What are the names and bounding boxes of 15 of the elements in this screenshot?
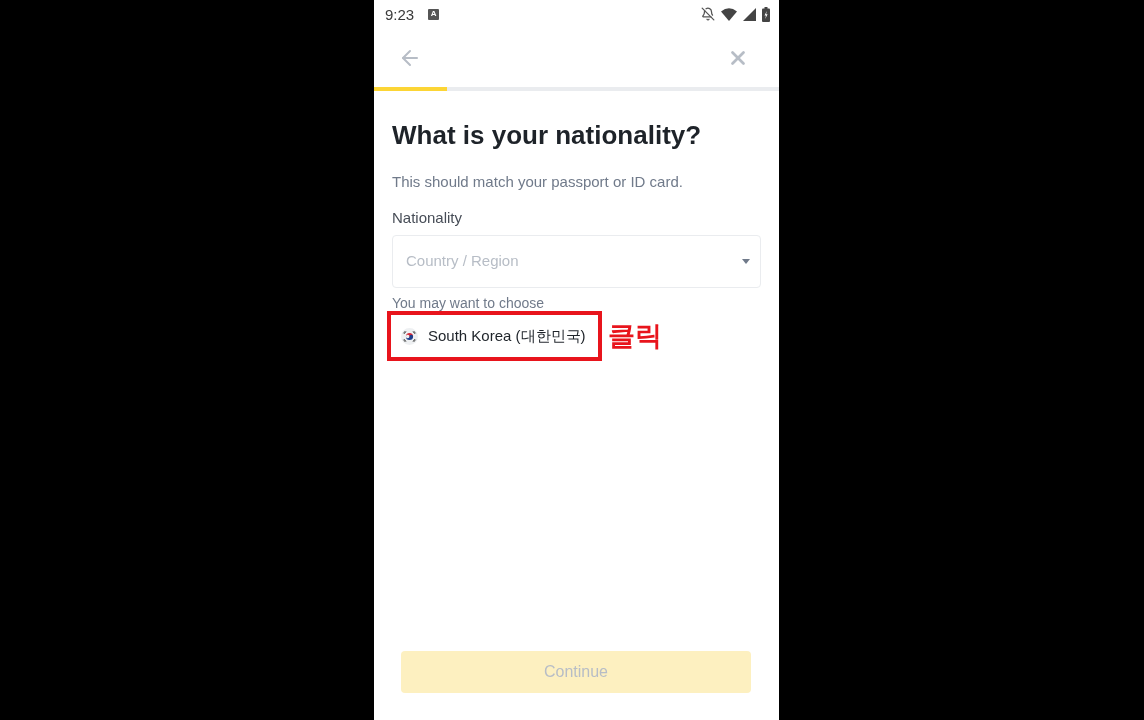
suggestion-item[interactable]: South Korea (대한민국) (401, 324, 586, 348)
suggestions-heading: You may want to choose (392, 295, 546, 311)
wifi-icon (721, 7, 737, 21)
field-label: Nationality (392, 208, 464, 228)
subtitle: This should match your passport or ID card. (392, 172, 684, 192)
notification-icon: A (428, 8, 440, 20)
signal-icon (743, 7, 756, 21)
flag-icon (401, 327, 418, 345)
status-time: 9:23 (385, 6, 415, 22)
bell-off-icon (701, 7, 715, 21)
battery-charging-icon (762, 6, 770, 22)
callout-text: 클릭 (607, 322, 662, 350)
page-title: What is your nationality? (392, 119, 703, 151)
dropdown-caret-icon (742, 259, 750, 264)
nationality-select[interactable]: Country / Region (392, 235, 761, 288)
